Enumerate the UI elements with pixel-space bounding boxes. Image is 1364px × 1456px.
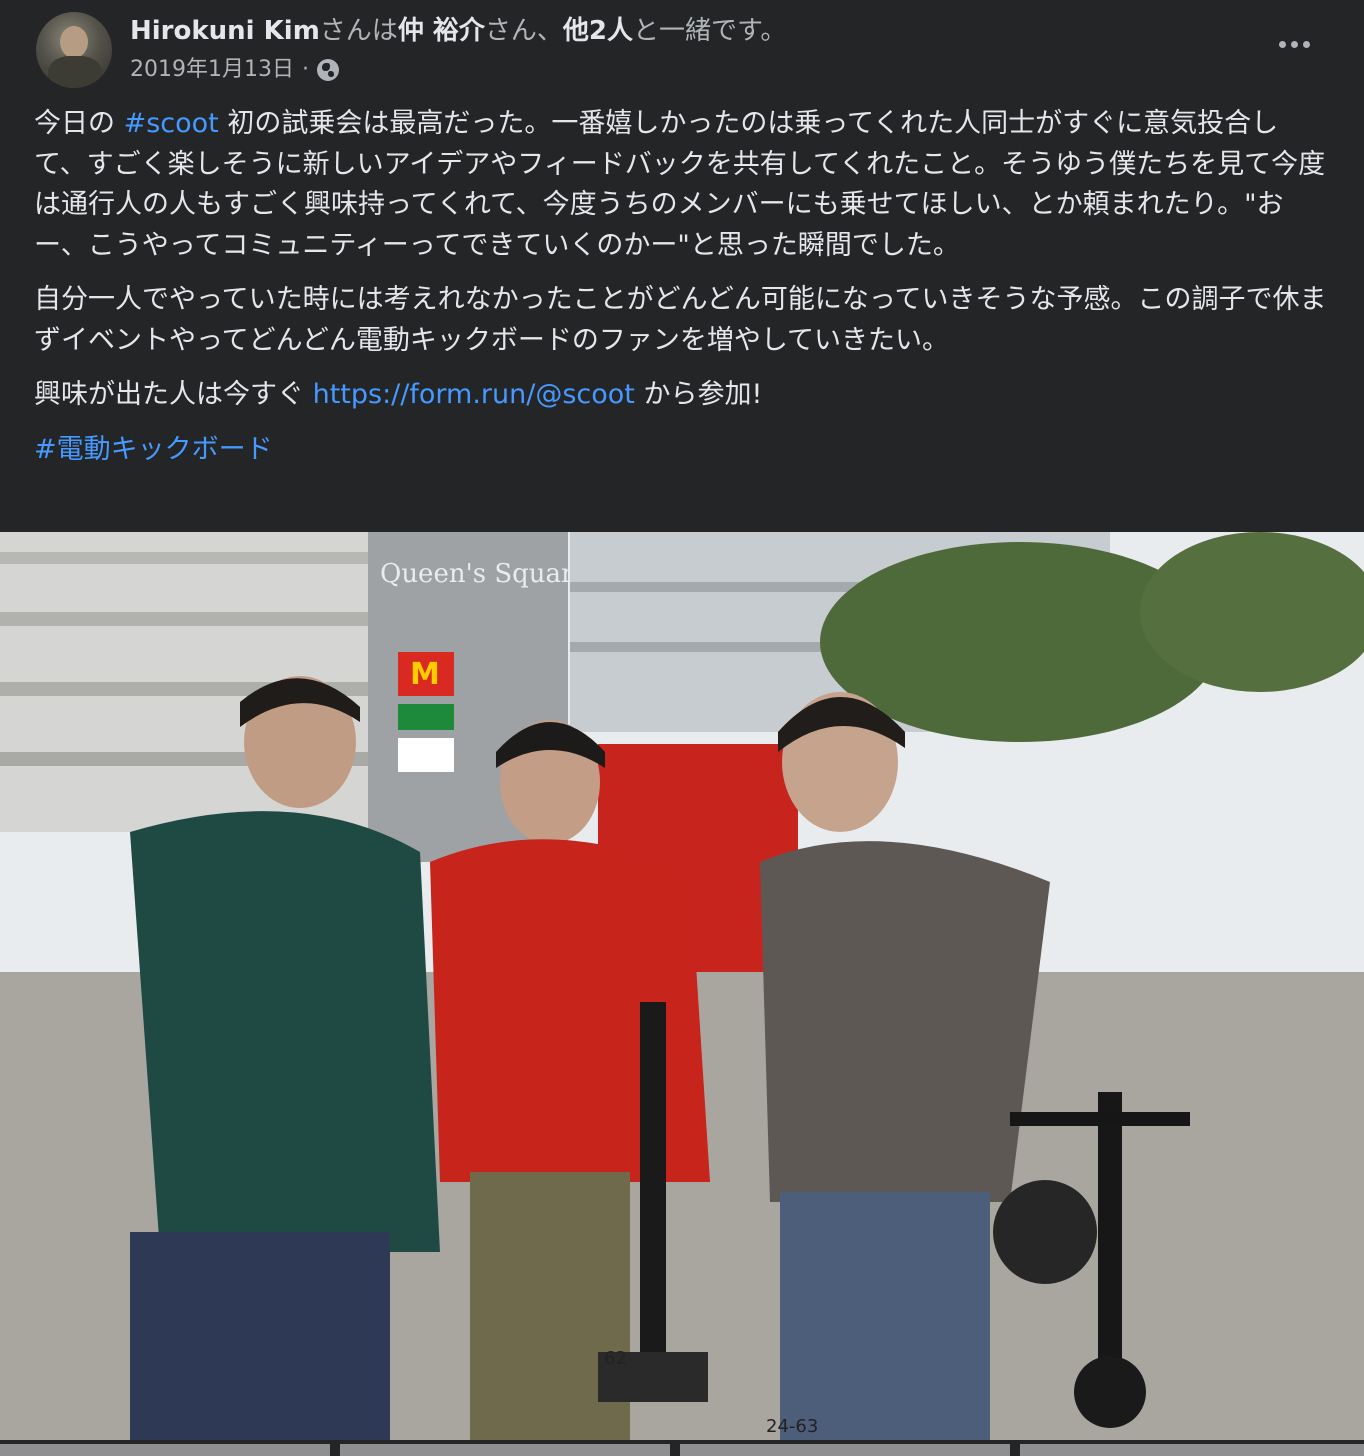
hashtag-scoot-link[interactable]: #scoot (124, 108, 219, 139)
avatar-body (48, 56, 102, 88)
with-mid: さん、 (484, 16, 563, 46)
photo-thumbnail[interactable] (680, 1444, 1010, 1456)
form-url-link[interactable]: https://form.run/@scoot (313, 379, 635, 410)
subway-logo (398, 704, 454, 730)
text-segment: 興味が出た人は今すぐ (34, 379, 313, 410)
more-options-button[interactable] (1268, 28, 1320, 60)
text-segment: 今日の (34, 108, 124, 139)
avatar-face (60, 26, 88, 58)
post-paragraph-1: 今日の #scoot 初の試乗会は最高だった。一番嬉しかったのは乗ってくれた人同… (34, 104, 1330, 266)
post-paragraph-4: #電動キックボード (34, 430, 1330, 471)
post-header: Hirokuni Kimさんは仲 裕介さん、他2人と一緒です。 2019年1月1… (0, 0, 1364, 100)
photo-scene: Queen's Square M 24-63 62 (0, 532, 1364, 1440)
building-ledge (0, 552, 370, 564)
more-horizontal-icon (1278, 40, 1286, 48)
more-horizontal-icon (1290, 40, 1298, 48)
kfc-logo (398, 738, 454, 772)
post-paragraph-2: 自分一人でやっていた時には考えれなかったことがどんどん可能になっていきそうな予感… (34, 284, 1327, 356)
more-horizontal-icon (1302, 40, 1310, 48)
post-text: 今日の #scoot 初の試乗会は最高だった。一番嬉しかったのは乗ってくれた人同… (34, 104, 1330, 484)
author-avatar[interactable] (36, 12, 112, 88)
post-photo[interactable]: Queen's Square M 24-63 62 (0, 532, 1364, 1440)
meta-separator: · (301, 57, 309, 82)
photo-thumbnail[interactable] (0, 1444, 330, 1456)
with-suffix: と一緒です。 (632, 16, 787, 46)
tagged-person-link[interactable]: 仲 裕介 (398, 16, 485, 46)
photo-thumbnail[interactable] (1020, 1444, 1364, 1456)
sign-text: Queen's Square (380, 559, 589, 589)
text-segment: から参加! (634, 379, 763, 410)
scooter-plate: 62 (604, 1348, 627, 1369)
post-meta: 2019年1月13日 · (130, 55, 339, 85)
tagged-others-link[interactable]: 他2人 (563, 16, 633, 46)
globe-icon[interactable] (316, 59, 339, 81)
building-ledge (0, 612, 370, 626)
post-paragraph-3: 興味が出た人は今すぐ https://form.run/@scoot から参加! (34, 375, 1330, 416)
author-name-link[interactable]: Hirokuni Kim (130, 16, 320, 46)
post-attribution: Hirokuni Kimさんは仲 裕介さん、他2人と一緒です。 (130, 14, 786, 48)
mcdonalds-logo: M (410, 657, 440, 692)
text-segment: 初の試乗会は最高だった。一番嬉しかったのは乗ってくれた人同士がすぐに意気投合して… (34, 108, 1326, 261)
post-date-link[interactable]: 2019年1月13日 (130, 55, 294, 85)
photo-thumbnails (0, 1440, 1364, 1456)
scooter-plate: 24-63 (766, 1416, 818, 1437)
hashtag-kickboard-link[interactable]: #電動キックボード (34, 434, 273, 465)
with-prefix: さんは (319, 16, 398, 46)
photo-thumbnail[interactable] (340, 1444, 670, 1456)
